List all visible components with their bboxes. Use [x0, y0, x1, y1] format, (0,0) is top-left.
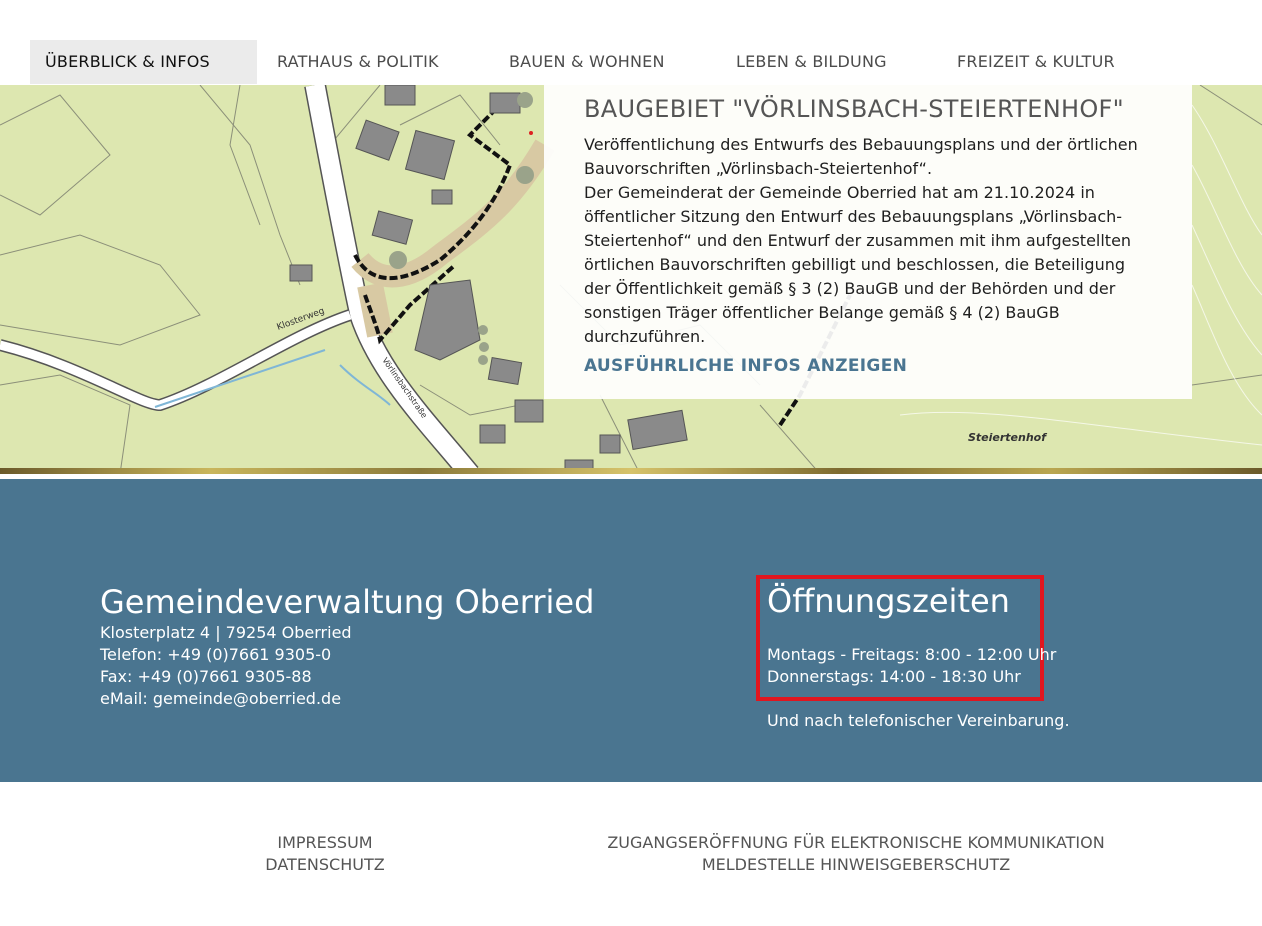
opening-hours-list: Montags - Freitags: 8:00 - 12:00 Uhr Don… [767, 644, 1056, 688]
contact-details: Klosterplatz 4 | 79254 Oberried Telefon:… [100, 622, 352, 710]
news-more-link[interactable]: AUSFÜHRLICHE INFOS ANZEIGEN [584, 356, 1152, 376]
nav-item-freizeit[interactable]: FREIZEIT & KULTUR [957, 40, 1115, 84]
news-teaser: BAUGEBIET "VÖRLINSBACH-STEIERTENHOF" Ver… [544, 85, 1192, 399]
map-label-steiertenhof: Steiertenhof [968, 431, 1047, 444]
contact-email[interactable]: eMail: gemeinde@oberried.de [100, 688, 352, 710]
news-title: BAUGEBIET "VÖRLINSBACH-STEIERTENHOF" [584, 95, 1124, 123]
footer-left-links: IMPRESSUM DATENSCHUTZ [250, 832, 400, 876]
nav-item-rathaus[interactable]: RATHAUS & POLITIK [277, 40, 439, 84]
footer-link-hinweisgeber[interactable]: MELDESTELLE HINWEISGEBERSCHUTZ [606, 854, 1106, 876]
contact-fax: Fax: +49 (0)7661 9305-88 [100, 667, 312, 686]
hours-weekdays: Montags - Freitags: 8:00 - 12:00 Uhr [767, 645, 1057, 664]
news-body: Der Gemeinderat der Gemeinde Oberried ha… [584, 183, 1132, 346]
footer-link-datenschutz[interactable]: DATENSCHUTZ [250, 854, 400, 876]
nav-item-ueberblick[interactable]: ÜBERBLICK & INFOS [30, 40, 257, 84]
org-name: Gemeindeverwaltung Oberried [100, 583, 595, 621]
contact-phone: Telefon: +49 (0)7661 9305-0 [100, 645, 332, 664]
opening-hours-title: Öffnungszeiten [767, 582, 1010, 620]
footer-right-links: ZUGANGSERÖFFNUNG FÜR ELEKTRONISCHE KOMMU… [606, 832, 1106, 876]
nav-item-bauen[interactable]: BAUEN & WOHNEN [509, 40, 665, 84]
footer-link-zugangseroeffnung[interactable]: ZUGANGSERÖFFNUNG FÜR ELEKTRONISCHE KOMMU… [606, 832, 1106, 854]
hours-thursday: Donnerstags: 14:00 - 18:30 Uhr [767, 667, 1021, 686]
contact-band: Gemeindeverwaltung Oberried Klosterplatz… [0, 479, 1262, 782]
footer-link-impressum[interactable]: IMPRESSUM [250, 832, 400, 854]
news-intro: Veröffentlichung des Entwurfs des Bebauu… [584, 135, 1138, 178]
hours-note: Und nach telefonischer Vereinbarung. [767, 711, 1070, 730]
footer-links: IMPRESSUM DATENSCHUTZ ZUGANGSERÖFFNUNG F… [0, 782, 1262, 926]
main-navigation: ÜBERBLICK & INFOS RATHAUS & POLITIK BAUE… [0, 0, 1262, 85]
contact-address: Klosterplatz 4 | 79254 Oberried [100, 623, 352, 642]
nav-item-leben[interactable]: LEBEN & BILDUNG [736, 40, 887, 84]
